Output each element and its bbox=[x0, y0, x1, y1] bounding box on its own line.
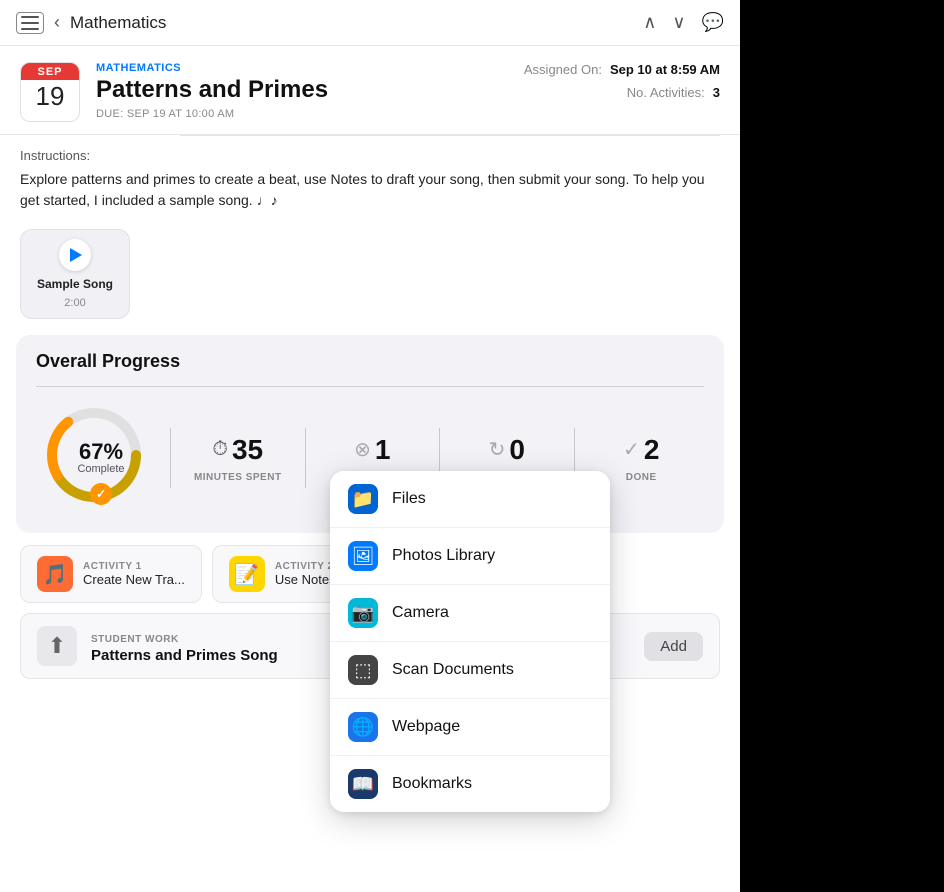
nav-message-button[interactable]: 💬 bbox=[702, 12, 724, 33]
attachment-duration: 2:00 bbox=[64, 297, 85, 309]
dropdown-scan[interactable]: ⬚ Scan Documents bbox=[330, 642, 610, 699]
globe-icon: 🌐 bbox=[348, 712, 378, 742]
assignment-title: Patterns and Primes bbox=[96, 76, 484, 104]
activity-1-info: ACTIVITY 1 Create New Tra... bbox=[83, 561, 185, 587]
student-work-label: STUDENT WORK bbox=[91, 634, 179, 645]
assignment-due: DUE: SEP 19 AT 10:00 AM bbox=[96, 108, 484, 120]
stat-done-top: ✓ 2 bbox=[623, 434, 659, 466]
stat-try-again-value: 0 bbox=[509, 434, 525, 466]
assignment-meta: Assigned On: Sep 10 at 8:59 AM No. Activ… bbox=[500, 62, 720, 122]
stat-minutes-label: MINUTES SPENT bbox=[194, 472, 282, 483]
instructions-label: Instructions: bbox=[20, 148, 720, 163]
scan-icon: ⬚ bbox=[348, 655, 378, 685]
progress-title: Overall Progress bbox=[36, 351, 704, 372]
no-activities-label: No. Activities: bbox=[627, 85, 705, 100]
calendar-month: SEP bbox=[21, 63, 79, 80]
top-nav: ‹ Mathematics ∧ ∨ 💬 bbox=[0, 0, 740, 46]
no-activities-value: 3 bbox=[713, 85, 720, 100]
assignment-header: SEP 19 MATHEMATICS Patterns and Primes D… bbox=[0, 46, 740, 135]
stat-done-value: 2 bbox=[644, 434, 660, 466]
donut-percent: 67% bbox=[79, 441, 123, 463]
stat-divider-2 bbox=[305, 428, 306, 488]
sidebar-toggle-button[interactable] bbox=[16, 12, 44, 34]
stat-minutes-top: ⏱ 35 bbox=[212, 434, 263, 466]
not-done-icon: ⊗ bbox=[354, 437, 371, 462]
clock-icon: ⏱ bbox=[212, 438, 228, 461]
stat-done-label: DONE bbox=[626, 472, 657, 483]
dropdown-camera[interactable]: 📷 Camera bbox=[330, 585, 610, 642]
assignment-info: MATHEMATICS Patterns and Primes DUE: SEP… bbox=[96, 62, 484, 122]
activity-1-number: ACTIVITY 1 bbox=[83, 561, 185, 572]
donut-complete-label: Complete bbox=[77, 463, 124, 475]
assigned-on-value: Sep 10 at 8:59 AM bbox=[610, 62, 720, 77]
nav-down-button[interactable]: ∨ bbox=[672, 12, 685, 33]
calendar-day: 19 bbox=[21, 80, 79, 113]
webpage-label: Webpage bbox=[392, 718, 460, 736]
try-again-icon: ↻ bbox=[489, 437, 506, 462]
files-icon: 📁 bbox=[348, 484, 378, 514]
done-icon: ✓ bbox=[623, 437, 640, 462]
assignment-subject: MATHEMATICS bbox=[96, 62, 484, 74]
play-triangle bbox=[70, 248, 82, 262]
stat-try-again-top: ↻ 0 bbox=[489, 434, 525, 466]
dropdown-webpage[interactable]: 🌐 Webpage bbox=[330, 699, 610, 756]
activity-1-card[interactable]: 🎵 ACTIVITY 1 Create New Tra... bbox=[20, 545, 202, 603]
black-panel bbox=[740, 0, 944, 892]
dropdown-bookmarks[interactable]: 📖 Bookmarks bbox=[330, 756, 610, 812]
scan-label: Scan Documents bbox=[392, 661, 514, 679]
stat-minutes-value: 35 bbox=[232, 434, 263, 466]
activity-1-name: Create New Tra... bbox=[83, 572, 185, 587]
play-icon bbox=[59, 239, 91, 271]
sample-song-attachment[interactable]: Sample Song 2:00 bbox=[20, 229, 130, 319]
activity-1-thumb: 🎵 bbox=[37, 556, 73, 592]
photos-label: Photos Library bbox=[392, 547, 495, 565]
nav-icons: ∧ ∨ 💬 bbox=[643, 12, 724, 33]
donut-check-icon: ✓ bbox=[90, 483, 112, 505]
instructions-text: Explore patterns and primes to create a … bbox=[20, 169, 720, 211]
camera-label: Camera bbox=[392, 604, 449, 622]
bookmarks-icon: 📖 bbox=[348, 769, 378, 799]
dropdown-photos[interactable]: 🖼 Photos Library bbox=[330, 528, 610, 585]
attachment-name: Sample Song bbox=[37, 277, 113, 291]
dropdown-files[interactable]: 📁 Files bbox=[330, 471, 610, 528]
dropdown-menu: 📁 Files 🖼 Photos Library 📷 Camera ⬚ Scan… bbox=[330, 471, 610, 812]
donut-chart: 67% Complete ✓ bbox=[36, 403, 166, 513]
nav-title: Mathematics bbox=[70, 13, 633, 33]
bookmarks-label: Bookmarks bbox=[392, 775, 472, 793]
back-chevron-icon[interactable]: ‹ bbox=[54, 12, 60, 33]
progress-divider bbox=[36, 386, 704, 387]
files-label: Files bbox=[392, 490, 426, 508]
stat-minutes: ⏱ 35 MINUTES SPENT bbox=[175, 434, 301, 483]
camera-icon: 📷 bbox=[348, 598, 378, 628]
add-button[interactable]: Add bbox=[644, 632, 703, 661]
stat-divider-1 bbox=[170, 428, 171, 488]
student-work-icon: ⬆ bbox=[37, 626, 77, 666]
stat-not-done-top: ⊗ 1 bbox=[354, 434, 390, 466]
assigned-on-row: Assigned On: Sep 10 at 8:59 AM bbox=[524, 62, 720, 77]
assigned-on-label: Assigned On: bbox=[524, 62, 602, 77]
photos-icon: 🖼 bbox=[348, 541, 378, 571]
instructions-section: Instructions: Explore patterns and prime… bbox=[0, 136, 740, 219]
nav-up-button[interactable]: ∧ bbox=[643, 12, 656, 33]
donut-center: 67% Complete bbox=[77, 441, 124, 475]
no-activities-row: No. Activities: 3 bbox=[627, 85, 720, 100]
calendar-icon: SEP 19 bbox=[20, 62, 80, 122]
attachment-area: Sample Song 2:00 bbox=[0, 219, 740, 335]
stat-not-done-value: 1 bbox=[375, 434, 391, 466]
activity-2-thumb: 📝 bbox=[229, 556, 265, 592]
